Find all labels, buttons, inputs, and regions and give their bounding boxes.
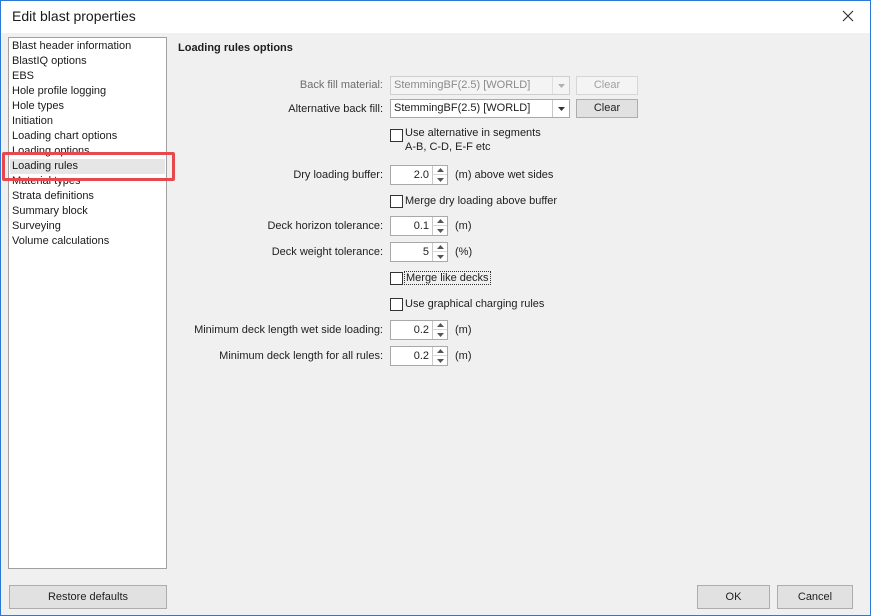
spin-down-icon[interactable] [432,356,447,365]
sidebar-item-surveying[interactable]: Surveying [10,219,165,234]
min-deck-all-value: 0.2 [413,350,429,362]
deck-horizon-label: Deck horizon tolerance: [267,220,383,232]
merge-like-decks-checkbox[interactable] [390,272,403,285]
use-alt-segments-label-2: A-B, C-D, E-F etc [405,141,491,153]
spin-down-icon[interactable] [432,330,447,339]
merge-like-decks-label: Merge like decks [404,271,491,285]
sidebar-item-loading-rules[interactable]: Loading rules [10,159,165,174]
dry-loading-buffer-spinner[interactable]: 2.0 [390,165,448,185]
cancel-button[interactable]: Cancel [777,585,853,609]
dry-loading-buffer-unit: (m) above wet sides [455,169,554,181]
merge-dry-label: Merge dry loading above buffer [405,195,558,207]
title-bar: Edit blast properties [1,1,870,33]
alt-back-fill-clear-button[interactable]: Clear [576,99,638,118]
back-fill-value: StemmingBF(2.5) [WORLD] [394,79,531,91]
sidebar-item-strata-definitions[interactable]: Strata definitions [10,189,165,204]
back-fill-clear-button[interactable]: Clear [576,76,638,95]
deck-horizon-unit: (m) [455,220,472,232]
sidebar-item-loading-chart-options[interactable]: Loading chart options [10,129,165,144]
graphical-rules-label: Use graphical charging rules [405,298,545,310]
min-deck-wet-spinner[interactable]: 0.2 [390,320,448,340]
sidebar-item-summary-block[interactable]: Summary block [10,204,165,219]
min-deck-all-label: Minimum deck length for all rules: [219,350,383,362]
alt-back-fill-select[interactable]: StemmingBF(2.5) [WORLD] [390,99,570,118]
spin-up-icon[interactable] [432,166,447,175]
dialog-window: Edit blast properties Blast header infor… [0,0,871,616]
graphical-rules-checkbox[interactable] [390,298,403,311]
use-alt-segments-label-1: Use alternative in segments [405,127,541,139]
restore-defaults-button[interactable]: Restore defaults [9,585,167,609]
dry-loading-buffer-label: Dry loading buffer: [293,169,383,181]
spin-up-icon[interactable] [432,243,447,252]
ok-button[interactable]: OK [697,585,770,609]
deck-horizon-value: 0.1 [413,220,429,232]
chevron-down-icon [552,100,569,117]
section-title: Loading rules options [178,42,293,54]
spin-up-icon[interactable] [432,347,447,356]
deck-weight-unit: (%) [455,246,473,258]
spin-down-icon[interactable] [432,252,447,261]
sidebar-item-ebs[interactable]: EBS [10,69,165,84]
min-deck-wet-label: Minimum deck length wet side loading: [194,324,383,336]
chevron-down-icon [552,77,569,94]
sidebar-item-hole-types[interactable]: Hole types [10,99,165,114]
sidebar-item-volume-calculations[interactable]: Volume calculations [10,234,165,249]
min-deck-all-spinner[interactable]: 0.2 [390,346,448,366]
min-deck-wet-value: 0.2 [413,324,429,336]
sidebar-item-blastiq-options[interactable]: BlastIQ options [10,54,165,69]
use-alt-segments-checkbox[interactable] [390,129,403,142]
sidebar-item-hole-profile-logging[interactable]: Hole profile logging [10,84,165,99]
merge-dry-checkbox[interactable] [390,195,403,208]
alt-back-fill-label: Alternative back fill: [288,103,383,115]
min-deck-all-unit: (m) [455,350,472,362]
back-fill-label: Back fill material: [299,79,383,91]
deck-horizon-spinner[interactable]: 0.1 [390,216,448,236]
close-icon [842,10,854,22]
deck-weight-spinner[interactable]: 5 [390,242,448,262]
dry-loading-buffer-value: 2.0 [413,169,429,181]
spin-up-icon[interactable] [432,217,447,226]
sidebar-item-loading-options[interactable]: Loading options [10,144,165,159]
close-button[interactable] [836,5,860,27]
sidebar-item-initiation[interactable]: Initiation [10,114,165,129]
deck-weight-label: Deck weight tolerance: [271,246,383,258]
spin-down-icon[interactable] [432,226,447,235]
sidebar-nav[interactable]: Blast header information BlastIQ options… [8,37,167,569]
deck-weight-value: 5 [422,246,429,258]
alt-back-fill-value: StemmingBF(2.5) [WORLD] [394,102,531,114]
sidebar-item-material-types[interactable]: Material types [10,174,165,189]
spin-up-icon[interactable] [432,321,447,330]
back-fill-select[interactable]: StemmingBF(2.5) [WORLD] [390,76,570,95]
sidebar-item-blast-header[interactable]: Blast header information [10,39,165,54]
spin-down-icon[interactable] [432,175,447,184]
window-title: Edit blast properties [12,8,136,24]
min-deck-wet-unit: (m) [455,324,472,336]
